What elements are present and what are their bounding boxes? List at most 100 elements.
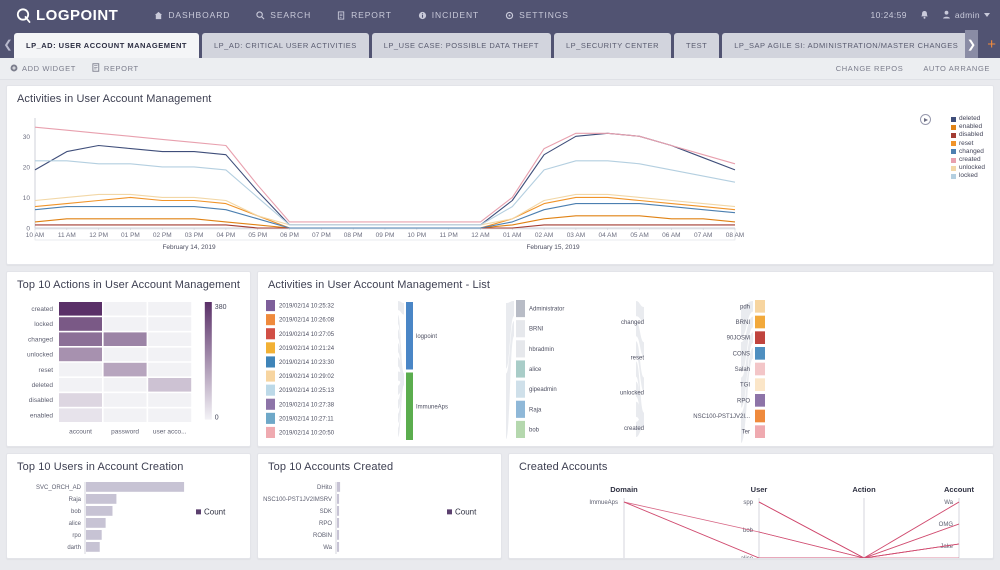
- tab-lp-sap-agile-si-administration-master-changes[interactable]: LP_SAP AGILE SI: ADMINISTRATION/MASTER C…: [722, 33, 970, 58]
- sankey-node[interactable]: [516, 300, 525, 317]
- heatmap-cell[interactable]: [59, 332, 102, 346]
- heatmap-cell[interactable]: [59, 348, 102, 362]
- legend-item-deleted[interactable]: deleted: [951, 115, 985, 123]
- change-repos-button[interactable]: CHANGE REPOS: [836, 64, 904, 73]
- add-widget-button[interactable]: ADD WIDGET: [10, 64, 76, 74]
- sankey-node[interactable]: [266, 399, 275, 410]
- sankey-node[interactable]: [755, 394, 765, 407]
- sankey-node-label: Salah: [735, 367, 750, 373]
- heatmap-cell[interactable]: [104, 302, 147, 316]
- sankey-node[interactable]: [266, 413, 275, 424]
- parallel-coords-svg: DomainUserActionAccountImmueApssppbobali…: [509, 478, 993, 558]
- legend-item-reset[interactable]: reset: [951, 140, 985, 148]
- bar[interactable]: [86, 494, 116, 504]
- tab-lp-ad-critical-user-activities[interactable]: LP_AD: CRITICAL USER ACTIVITIES: [202, 33, 369, 58]
- sankey-node[interactable]: [755, 347, 765, 360]
- heatmap-cell[interactable]: [148, 408, 191, 422]
- sankey-node[interactable]: [755, 425, 765, 438]
- nav-item-dashboard[interactable]: DASHBOARD: [154, 10, 230, 20]
- bar[interactable]: [86, 506, 112, 516]
- tab-lp-use-case-possible-data-theft[interactable]: LP_USE CASE: POSSIBLE DATA THEFT: [372, 33, 551, 58]
- tabs-scroll-left-icon[interactable]: ❮: [1, 30, 15, 58]
- sankey-node[interactable]: [516, 421, 525, 438]
- sankey-node[interactable]: [516, 381, 525, 398]
- bar[interactable]: [86, 542, 100, 552]
- sankey-node[interactable]: [755, 378, 765, 391]
- heatmap-cell[interactable]: [104, 363, 147, 377]
- nav-item-search[interactable]: SEARCH: [256, 10, 311, 20]
- legend-item-unlocked[interactable]: unlocked: [951, 164, 985, 172]
- heatmap-cell[interactable]: [148, 393, 191, 407]
- heatmap-cell[interactable]: [104, 348, 147, 362]
- sankey-node[interactable]: [266, 371, 275, 382]
- heatmap-cell[interactable]: [59, 393, 102, 407]
- sankey-node[interactable]: [755, 316, 765, 329]
- sankey-node[interactable]: [516, 401, 525, 418]
- legend-item-disabled[interactable]: disabled: [951, 131, 985, 139]
- sankey-node[interactable]: [406, 302, 413, 370]
- sankey-node[interactable]: [516, 340, 525, 357]
- sankey-node[interactable]: [266, 385, 275, 396]
- bar[interactable]: [337, 542, 339, 552]
- bar[interactable]: [337, 494, 339, 504]
- play-animation-button[interactable]: [920, 114, 931, 125]
- nav-item-settings[interactable]: SETTINGS: [505, 10, 569, 20]
- sankey-node[interactable]: [516, 360, 525, 377]
- sankey-node-label: gipeadmin: [529, 387, 557, 393]
- heatmap-cell[interactable]: [104, 317, 147, 331]
- sankey-node[interactable]: [266, 314, 275, 325]
- legend-item-enabled[interactable]: enabled: [951, 123, 985, 131]
- heatmap-cell[interactable]: [148, 363, 191, 377]
- sankey-node[interactable]: [755, 363, 765, 376]
- tab-lp-security-center[interactable]: LP_SECURITY CENTER: [554, 33, 671, 58]
- bar[interactable]: [337, 518, 339, 528]
- sankey-node[interactable]: [266, 342, 275, 353]
- add-tab-button[interactable]: +: [987, 30, 996, 58]
- bar[interactable]: [337, 482, 340, 492]
- heatmap-cell[interactable]: [104, 408, 147, 422]
- auto-arrange-button[interactable]: AUTO ARRANGE: [923, 64, 990, 73]
- heatmap-cell[interactable]: [104, 332, 147, 346]
- tab-lp-ad-user-account-management[interactable]: LP_AD: USER ACCOUNT MANAGEMENT: [14, 33, 199, 58]
- heatmap-cell[interactable]: [59, 378, 102, 392]
- heatmap-cell[interactable]: [59, 302, 102, 316]
- sankey-node[interactable]: [755, 300, 765, 313]
- sankey-node[interactable]: [266, 427, 275, 438]
- bar[interactable]: [86, 482, 184, 492]
- nav-item-report[interactable]: REPORT: [337, 10, 392, 20]
- heatmap-cell[interactable]: [59, 317, 102, 331]
- svg-text:11 AM: 11 AM: [58, 232, 76, 239]
- heatmap-cell[interactable]: [104, 393, 147, 407]
- legend-item-created[interactable]: created: [951, 156, 985, 164]
- bar[interactable]: [86, 518, 106, 528]
- sankey-node[interactable]: [516, 320, 525, 337]
- sankey-node[interactable]: [755, 331, 765, 344]
- bar[interactable]: [337, 506, 339, 516]
- tabs-scroll-right-icon[interactable]: ❯: [965, 30, 978, 58]
- legend-item-locked[interactable]: locked: [951, 172, 985, 180]
- sankey-node[interactable]: [266, 356, 275, 367]
- legend-item-changed[interactable]: changed: [951, 148, 985, 156]
- heatmap-cell[interactable]: [59, 363, 102, 377]
- logpoint-logo[interactable]: LOGPOINT: [16, 7, 118, 24]
- heatmap-cell[interactable]: [148, 378, 191, 392]
- sankey-node[interactable]: [266, 300, 275, 311]
- heatmap-cell[interactable]: [148, 332, 191, 346]
- user-menu[interactable]: admin: [942, 10, 990, 21]
- widget-title-top-accounts: Top 10 Accounts Created: [258, 454, 501, 478]
- heatmap-cell[interactable]: [104, 378, 147, 392]
- heatmap-cell[interactable]: [148, 302, 191, 316]
- bar[interactable]: [86, 530, 102, 540]
- heatmap-cell[interactable]: [148, 317, 191, 331]
- sankey-node[interactable]: [755, 410, 765, 423]
- report-button[interactable]: REPORT: [92, 63, 139, 74]
- heatmap-cell[interactable]: [59, 408, 102, 422]
- sankey-link: [636, 301, 644, 321]
- tab-test[interactable]: TEST: [674, 33, 719, 58]
- heatmap-cell[interactable]: [148, 348, 191, 362]
- bar[interactable]: [337, 530, 339, 540]
- sankey-node[interactable]: [266, 328, 275, 339]
- bell-icon[interactable]: [920, 10, 929, 20]
- nav-item-incident[interactable]: INCIDENT: [418, 10, 479, 20]
- sankey-node[interactable]: [406, 373, 413, 441]
